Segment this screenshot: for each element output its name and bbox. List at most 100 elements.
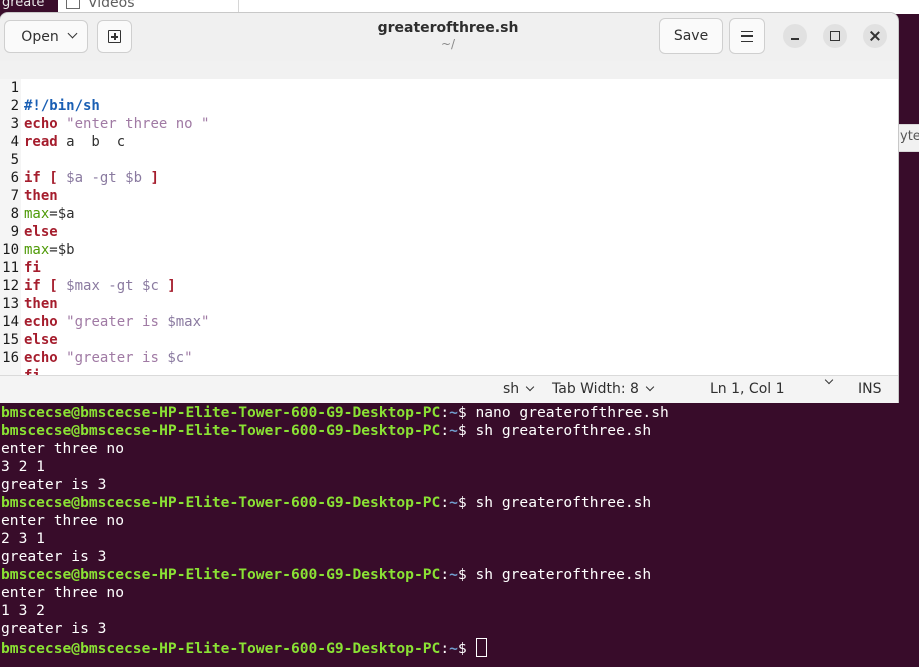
code-line[interactable]: 11 if [ $max -gt $c ] bbox=[0, 241, 898, 294]
background-file-manager: greate Videos bbox=[0, 0, 919, 14]
terminal-command: sh greaterofthree.sh bbox=[475, 494, 652, 511]
open-button[interactable]: Open bbox=[4, 20, 88, 53]
maximize-button[interactable] bbox=[823, 24, 847, 48]
language-selector[interactable]: sh bbox=[503, 381, 535, 397]
text-editor-window: Open greaterofthree.sh ~/ Save 1 #!/bin/… bbox=[0, 13, 898, 403]
background-divider bbox=[238, 0, 239, 14]
cursor-position[interactable]: Ln 1, Col 1 bbox=[710, 381, 785, 397]
terminal[interactable]: bmscecse@bmscecse-HP-Elite-Tower-600-G9-… bbox=[0, 403, 919, 667]
prompt-dollar: $ bbox=[457, 494, 476, 511]
background-tab-edge: ytes bbox=[898, 124, 919, 152]
minimize-icon bbox=[791, 38, 799, 40]
prompt-user: bmscecse@bmscecse-HP-Elite-Tower-600-G9-… bbox=[1, 566, 441, 583]
code-line[interactable]: 8 else bbox=[0, 187, 898, 240]
prompt-path: ~ bbox=[449, 566, 458, 583]
chevron-down-icon bbox=[824, 375, 834, 385]
terminal-output: enter three no bbox=[1, 584, 125, 601]
prompt-dollar: $ bbox=[457, 422, 476, 439]
prompt-user: bmscecse@bmscecse-HP-Elite-Tower-600-G9-… bbox=[1, 640, 441, 657]
main-menu-button[interactable] bbox=[729, 18, 765, 54]
code-string: "greater is bbox=[66, 350, 168, 366]
terminal-line: bmscecse@bmscecse-HP-Elite-Tower-600-G9-… bbox=[1, 566, 651, 584]
chevron-down-icon bbox=[525, 382, 535, 392]
prompt-user: bmscecse@bmscecse-HP-Elite-Tower-600-G9-… bbox=[1, 494, 441, 511]
hamburger-menu-icon bbox=[741, 30, 753, 42]
code-line[interactable]: 2 echo "enter three no " bbox=[0, 79, 898, 132]
window-title-area: greaterofthree.sh ~/ bbox=[300, 19, 596, 51]
video-folder-icon bbox=[66, 0, 80, 9]
cursor-position-dropdown[interactable] bbox=[818, 375, 834, 385]
chevron-down-icon bbox=[645, 382, 655, 392]
prompt-user: bmscecse@bmscecse-HP-Elite-Tower-600-G9-… bbox=[1, 422, 441, 439]
code-line[interactable]: 9 max=$b bbox=[0, 205, 898, 258]
terminal-input: 1 3 2 bbox=[1, 602, 45, 619]
prompt-user: bmscecse@bmscecse-HP-Elite-Tower-600-G9-… bbox=[1, 404, 441, 421]
terminal-cursor[interactable] bbox=[476, 638, 488, 657]
videos-folder-label[interactable]: Videos bbox=[88, 0, 135, 11]
code-line[interactable]: 3 read a b c bbox=[0, 97, 898, 150]
code-line[interactable]: 10 fi bbox=[0, 223, 898, 276]
terminal-output: greater is 3 bbox=[1, 620, 107, 637]
prompt-dollar: $ bbox=[457, 640, 476, 657]
terminal-line: bmscecse@bmscecse-HP-Elite-Tower-600-G9-… bbox=[1, 422, 651, 440]
prompt-colon: : bbox=[440, 566, 450, 583]
window-title: greaterofthree.sh bbox=[377, 20, 519, 36]
terminal-input: 3 2 1 bbox=[1, 458, 45, 475]
prompt-path: ~ bbox=[449, 640, 458, 657]
insert-mode-indicator[interactable]: INS bbox=[858, 381, 882, 397]
prompt-colon: : bbox=[440, 422, 450, 439]
background-sidebar-label: greate bbox=[2, 0, 45, 10]
code-line[interactable]: 16 fi bbox=[0, 331, 898, 384]
window-subtitle: ~/ bbox=[440, 37, 456, 51]
code-line[interactable]: 1 #!/bin/sh bbox=[0, 61, 898, 114]
code-line[interactable]: 4 bbox=[0, 115, 898, 150]
terminal-command: sh greaterofthree.sh bbox=[475, 422, 652, 439]
background-sidebar: greate bbox=[0, 0, 58, 14]
terminal-command: nano greaterofthree.sh bbox=[475, 404, 669, 421]
status-bar: sh Tab Width: 8 Ln 1, Col 1 INS bbox=[0, 375, 898, 403]
minimize-button[interactable] bbox=[783, 24, 807, 48]
new-document-icon bbox=[108, 30, 121, 43]
terminal-line: bmscecse@bmscecse-HP-Elite-Tower-600-G9-… bbox=[1, 638, 488, 657]
prompt-path: ~ bbox=[449, 422, 458, 439]
line-number: 16 bbox=[2, 350, 19, 366]
code-line[interactable]: 14 else bbox=[0, 295, 898, 348]
code-line[interactable]: 5 if [ $a -gt $b ] bbox=[0, 133, 898, 186]
terminal-input: 2 3 1 bbox=[1, 530, 45, 547]
terminal-line: bmscecse@bmscecse-HP-Elite-Tower-600-G9-… bbox=[1, 494, 651, 512]
prompt-dollar: $ bbox=[457, 404, 476, 421]
terminal-command: sh greaterofthree.sh bbox=[475, 566, 652, 583]
prompt-colon: : bbox=[440, 404, 450, 421]
tab-width-selector[interactable]: Tab Width: 8 bbox=[552, 381, 655, 397]
close-icon bbox=[870, 31, 880, 41]
code-editor[interactable]: 1 #!/bin/sh 2 echo "enter three no " 3 r… bbox=[0, 61, 898, 384]
close-button[interactable] bbox=[863, 24, 887, 48]
code-line[interactable]: 7 max=$a bbox=[0, 169, 898, 222]
terminal-line: bmscecse@bmscecse-HP-Elite-Tower-600-G9-… bbox=[1, 404, 669, 422]
prompt-path: ~ bbox=[449, 494, 458, 511]
code-variable: $c bbox=[167, 350, 185, 366]
terminal-output: enter three no bbox=[1, 440, 125, 457]
code-line[interactable]: 15 echo "greater is $c" bbox=[0, 313, 898, 366]
prompt-path: ~ bbox=[449, 404, 458, 421]
background-tab-label: ytes bbox=[900, 129, 919, 144]
chevron-down-icon bbox=[67, 28, 78, 39]
terminal-output: greater is 3 bbox=[1, 476, 107, 493]
cursor-position-label: Ln 1, Col 1 bbox=[710, 381, 785, 397]
language-label: sh bbox=[503, 381, 520, 397]
save-button[interactable]: Save bbox=[659, 18, 723, 54]
prompt-dollar: $ bbox=[457, 566, 476, 583]
code-line[interactable]: 12 then bbox=[0, 259, 898, 312]
tab-width-label: Tab Width: 8 bbox=[552, 381, 639, 397]
terminal-output: enter three no bbox=[1, 512, 125, 529]
prompt-colon: : bbox=[440, 640, 450, 657]
maximize-icon bbox=[830, 31, 840, 41]
header-bar: Open greaterofthree.sh ~/ Save bbox=[0, 13, 898, 62]
insert-mode-label: INS bbox=[858, 381, 882, 397]
code-line[interactable]: 13 echo "greater is $max" bbox=[0, 277, 898, 330]
prompt-colon: : bbox=[440, 494, 450, 511]
open-button-label: Open bbox=[21, 28, 59, 45]
new-tab-button[interactable] bbox=[97, 20, 132, 53]
code-line[interactable]: 6 then bbox=[0, 151, 898, 204]
code-string: " bbox=[184, 350, 193, 366]
